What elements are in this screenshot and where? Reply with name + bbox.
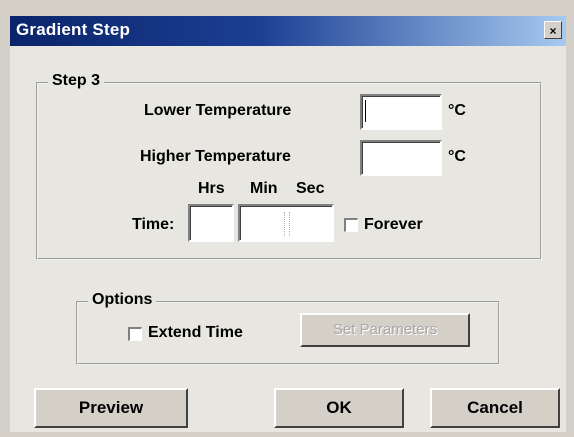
step-group-label: Step 3 xyxy=(48,72,105,90)
higher-temperature-input[interactable] xyxy=(360,140,442,176)
extend-time-label: Extend Time xyxy=(148,324,243,341)
set-parameters-button[interactable]: Set Parameters xyxy=(300,313,470,347)
cancel-button[interactable]: Cancel xyxy=(430,388,560,428)
time-label: Time: xyxy=(132,216,175,233)
ok-button[interactable]: OK xyxy=(274,388,404,428)
step-group: Step 3 Lower Temperature °C Higher Tempe… xyxy=(36,72,542,260)
higher-temperature-label: Higher Temperature xyxy=(140,148,291,165)
seconds-label: Sec xyxy=(296,180,325,197)
lower-temperature-input[interactable] xyxy=(360,94,442,130)
options-group: Options Extend Time Set Parameters xyxy=(76,291,500,365)
text-caret xyxy=(365,100,366,122)
preview-button[interactable]: Preview xyxy=(34,388,188,428)
hours-label: Hrs xyxy=(198,180,225,197)
options-group-label: Options xyxy=(88,291,157,309)
forever-checkbox[interactable] xyxy=(344,218,358,232)
hours-input[interactable] xyxy=(188,204,234,242)
title-bar: Gradient Step × xyxy=(10,16,566,46)
close-icon: × xyxy=(549,24,557,38)
lower-temperature-label: Lower Temperature xyxy=(144,102,292,119)
window-title: Gradient Step xyxy=(16,20,131,39)
gradient-step-dialog: Gradient Step × Step 3 Lower Temperature… xyxy=(0,0,574,437)
close-button[interactable]: × xyxy=(544,21,562,39)
forever-label: Forever xyxy=(364,216,423,233)
higher-temperature-unit: °C xyxy=(448,148,466,165)
lower-temperature-unit: °C xyxy=(448,102,466,119)
minutes-seconds-input[interactable] xyxy=(238,204,334,242)
dialog-body: Step 3 Lower Temperature °C Higher Tempe… xyxy=(10,46,566,432)
minutes-label: Min xyxy=(250,180,278,197)
extend-time-checkbox[interactable] xyxy=(128,327,142,341)
spin-indicator-icon xyxy=(284,212,290,236)
